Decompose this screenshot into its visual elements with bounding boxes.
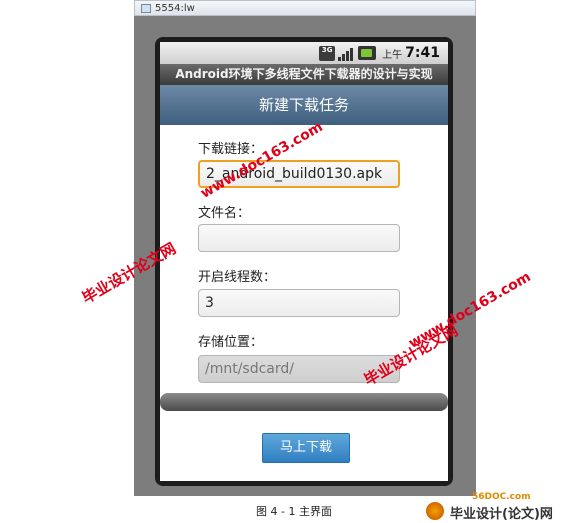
location-label: 存储位置： bbox=[198, 335, 264, 350]
section-divider bbox=[160, 393, 448, 411]
network-3g-icon: 3G bbox=[319, 45, 336, 61]
emulator-window-title: 5554:lw bbox=[155, 2, 195, 14]
filename-input[interactable] bbox=[198, 224, 400, 252]
url-label: 下载链接： bbox=[198, 142, 264, 157]
signal-strength-icon bbox=[338, 46, 354, 61]
threads-input-value: 3 bbox=[205, 295, 214, 311]
status-ampm: 上午 bbox=[382, 49, 403, 61]
footer-badge: 56DOC.com bbox=[472, 492, 531, 502]
status-time: 7:41 bbox=[405, 45, 440, 61]
emulator-title-bar: 5554:lw bbox=[134, 0, 476, 16]
threads-label: 开启线程数： bbox=[198, 270, 277, 285]
emulator-window-icon bbox=[141, 3, 151, 13]
download-now-button[interactable]: 马上下载 bbox=[262, 433, 350, 463]
threads-input[interactable]: 3 bbox=[198, 289, 400, 317]
phone-screen: 3G 上午 7:41 Android环境下多线程文件下载器的设计与实现 新建下载… bbox=[160, 42, 448, 481]
status-bar: 3G 上午 7:41 bbox=[160, 42, 448, 64]
page-header: 新建下载任务 bbox=[160, 85, 448, 125]
location-input-value: /mnt/sdcard/ bbox=[205, 361, 295, 377]
app-title-bar: Android环境下多线程文件下载器的设计与实现 bbox=[160, 64, 448, 85]
footer-logo-icon bbox=[426, 502, 444, 520]
footer-brand-name: 毕业设计(论文)网 bbox=[450, 507, 553, 522]
battery-icon bbox=[358, 46, 377, 60]
filename-label: 文件名： bbox=[198, 206, 251, 221]
